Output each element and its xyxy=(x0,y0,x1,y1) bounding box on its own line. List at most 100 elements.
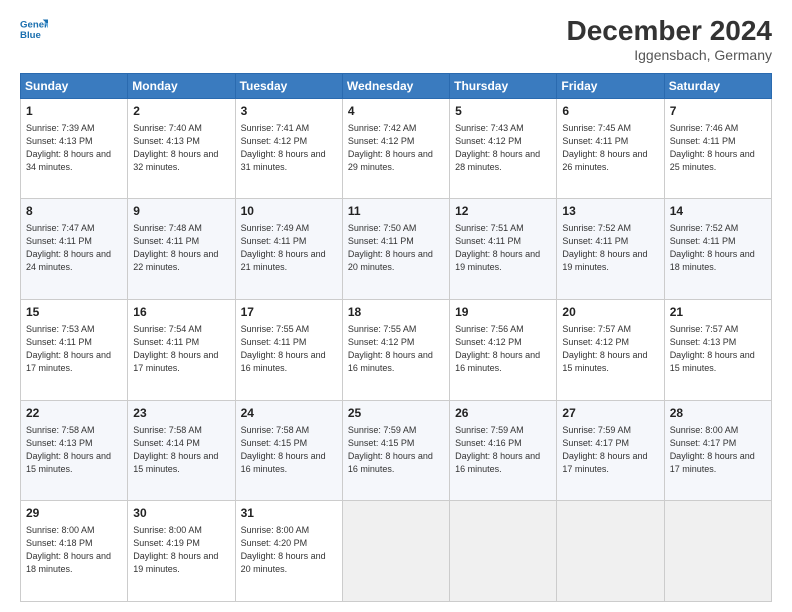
day-number: 13 xyxy=(562,203,658,220)
week-row-4: 22Sunrise: 7:58 AMSunset: 4:13 PMDayligh… xyxy=(21,400,772,501)
calendar-cell xyxy=(342,501,449,602)
svg-text:Blue: Blue xyxy=(20,30,41,41)
cell-content: Sunrise: 7:42 AMSunset: 4:12 PMDaylight:… xyxy=(348,123,433,172)
day-number: 12 xyxy=(455,203,551,220)
day-number: 27 xyxy=(562,405,658,422)
calendar-cell: 9 Sunrise: 7:48 AMSunset: 4:11 PMDaylight… xyxy=(128,199,235,300)
cell-content: Sunrise: 7:41 AMSunset: 4:12 PMDaylight:… xyxy=(241,123,326,172)
cell-content: Sunrise: 7:53 AMSunset: 4:11 PMDaylight:… xyxy=(26,324,111,373)
col-wednesday: Wednesday xyxy=(342,73,449,98)
title-block: December 2024 Iggensbach, Germany xyxy=(567,16,772,63)
cell-content: Sunrise: 7:59 AMSunset: 4:15 PMDaylight:… xyxy=(348,425,433,474)
cell-content: Sunrise: 7:58 AMSunset: 4:13 PMDaylight:… xyxy=(26,425,111,474)
cell-content: Sunrise: 7:55 AMSunset: 4:12 PMDaylight:… xyxy=(348,324,433,373)
col-sunday: Sunday xyxy=(21,73,128,98)
day-number: 28 xyxy=(670,405,766,422)
cell-content: Sunrise: 7:54 AMSunset: 4:11 PMDaylight:… xyxy=(133,324,218,373)
main-title: December 2024 xyxy=(567,16,772,47)
calendar-cell: 20Sunrise: 7:57 AMSunset: 4:12 PMDayligh… xyxy=(557,300,664,401)
calendar-cell: 27 Sunrise: 7:59 AMSunset: 4:17 PMDayligh… xyxy=(557,400,664,501)
subtitle: Iggensbach, Germany xyxy=(567,47,772,63)
header-row: Sunday Monday Tuesday Wednesday Thursday… xyxy=(21,73,772,98)
calendar-cell: 24Sunrise: 7:58 AMSunset: 4:15 PMDayligh… xyxy=(235,400,342,501)
cell-content: Sunrise: 8:00 AMSunset: 4:20 PMDaylight:… xyxy=(241,525,326,574)
calendar-cell: 10 Sunrise: 7:49 AMSunset: 4:11 PMDayligh… xyxy=(235,199,342,300)
calendar-cell: 19 Sunrise: 7:56 AMSunset: 4:12 PMDayligh… xyxy=(450,300,557,401)
day-number: 6 xyxy=(562,103,658,120)
calendar-cell: 23Sunrise: 7:58 AMSunset: 4:14 PMDayligh… xyxy=(128,400,235,501)
day-number: 18 xyxy=(348,304,444,321)
day-number: 10 xyxy=(241,203,337,220)
logo-icon: General Blue xyxy=(20,16,48,44)
col-monday: Monday xyxy=(128,73,235,98)
cell-content: Sunrise: 7:39 AMSunset: 4:13 PMDaylight:… xyxy=(26,123,111,172)
calendar-cell: 2 Sunrise: 7:40 AMSunset: 4:13 PMDaylight… xyxy=(128,98,235,199)
day-number: 14 xyxy=(670,203,766,220)
day-number: 29 xyxy=(26,505,122,522)
calendar-cell: 5 Sunrise: 7:43 AMSunset: 4:12 PMDaylight… xyxy=(450,98,557,199)
day-number: 17 xyxy=(241,304,337,321)
calendar-cell xyxy=(664,501,771,602)
day-number: 20 xyxy=(562,304,658,321)
cell-content: Sunrise: 8:00 AMSunset: 4:18 PMDaylight:… xyxy=(26,525,111,574)
week-row-5: 29 Sunrise: 8:00 AMSunset: 4:18 PMDayligh… xyxy=(21,501,772,602)
day-number: 21 xyxy=(670,304,766,321)
cell-content: Sunrise: 7:57 AMSunset: 4:13 PMDaylight:… xyxy=(670,324,755,373)
cell-content: Sunrise: 7:48 AMSunset: 4:11 PMDaylight:… xyxy=(133,223,218,272)
calendar-body: 1Sunrise: 7:39 AMSunset: 4:13 PMDaylight… xyxy=(21,98,772,601)
calendar-cell: 3 Sunrise: 7:41 AMSunset: 4:12 PMDaylight… xyxy=(235,98,342,199)
calendar-cell: 6 Sunrise: 7:45 AMSunset: 4:11 PMDaylight… xyxy=(557,98,664,199)
calendar-cell: 4 Sunrise: 7:42 AMSunset: 4:12 PMDaylight… xyxy=(342,98,449,199)
col-friday: Friday xyxy=(557,73,664,98)
day-number: 26 xyxy=(455,405,551,422)
calendar-cell xyxy=(557,501,664,602)
day-number: 9 xyxy=(133,203,229,220)
day-number: 31 xyxy=(241,505,337,522)
calendar-cell: 14 Sunrise: 7:52 AMSunset: 4:11 PMDayligh… xyxy=(664,199,771,300)
calendar-cell xyxy=(450,501,557,602)
calendar-cell: 15Sunrise: 7:53 AMSunset: 4:11 PMDayligh… xyxy=(21,300,128,401)
day-number: 4 xyxy=(348,103,444,120)
calendar-cell: 26 Sunrise: 7:59 AMSunset: 4:16 PMDayligh… xyxy=(450,400,557,501)
cell-content: Sunrise: 8:00 AMSunset: 4:17 PMDaylight:… xyxy=(670,425,755,474)
day-number: 23 xyxy=(133,405,229,422)
col-saturday: Saturday xyxy=(664,73,771,98)
week-row-2: 8Sunrise: 7:47 AMSunset: 4:11 PMDaylight… xyxy=(21,199,772,300)
cell-content: Sunrise: 7:51 AMSunset: 4:11 PMDaylight:… xyxy=(455,223,540,272)
calendar-cell: 7 Sunrise: 7:46 AMSunset: 4:11 PMDaylight… xyxy=(664,98,771,199)
calendar-cell: 13Sunrise: 7:52 AMSunset: 4:11 PMDayligh… xyxy=(557,199,664,300)
calendar-cell: 31 Sunrise: 8:00 AMSunset: 4:20 PMDayligh… xyxy=(235,501,342,602)
page: General Blue December 2024 Iggensbach, G… xyxy=(0,0,792,612)
day-number: 3 xyxy=(241,103,337,120)
week-row-1: 1Sunrise: 7:39 AMSunset: 4:13 PMDaylight… xyxy=(21,98,772,199)
day-number: 8 xyxy=(26,203,122,220)
day-number: 30 xyxy=(133,505,229,522)
cell-content: Sunrise: 7:43 AMSunset: 4:12 PMDaylight:… xyxy=(455,123,540,172)
cell-content: Sunrise: 7:59 AMSunset: 4:17 PMDaylight:… xyxy=(562,425,647,474)
calendar-cell: 16 Sunrise: 7:54 AMSunset: 4:11 PMDayligh… xyxy=(128,300,235,401)
cell-content: Sunrise: 7:56 AMSunset: 4:12 PMDaylight:… xyxy=(455,324,540,373)
cell-content: Sunrise: 7:49 AMSunset: 4:11 PMDaylight:… xyxy=(241,223,326,272)
week-row-3: 15Sunrise: 7:53 AMSunset: 4:11 PMDayligh… xyxy=(21,300,772,401)
day-number: 11 xyxy=(348,203,444,220)
day-number: 16 xyxy=(133,304,229,321)
day-number: 2 xyxy=(133,103,229,120)
day-number: 25 xyxy=(348,405,444,422)
cell-content: Sunrise: 7:55 AMSunset: 4:11 PMDaylight:… xyxy=(241,324,326,373)
day-number: 7 xyxy=(670,103,766,120)
col-thursday: Thursday xyxy=(450,73,557,98)
calendar-cell: 28 Sunrise: 8:00 AMSunset: 4:17 PMDayligh… xyxy=(664,400,771,501)
cell-content: Sunrise: 7:45 AMSunset: 4:11 PMDaylight:… xyxy=(562,123,647,172)
cell-content: Sunrise: 7:59 AMSunset: 4:16 PMDaylight:… xyxy=(455,425,540,474)
day-number: 24 xyxy=(241,405,337,422)
day-number: 5 xyxy=(455,103,551,120)
calendar-cell: 30Sunrise: 8:00 AMSunset: 4:19 PMDayligh… xyxy=(128,501,235,602)
calendar-cell: 12 Sunrise: 7:51 AMSunset: 4:11 PMDayligh… xyxy=(450,199,557,300)
calendar-cell: 11 Sunrise: 7:50 AMSunset: 4:11 PMDayligh… xyxy=(342,199,449,300)
cell-content: Sunrise: 7:52 AMSunset: 4:11 PMDaylight:… xyxy=(670,223,755,272)
day-number: 19 xyxy=(455,304,551,321)
cell-content: Sunrise: 7:46 AMSunset: 4:11 PMDaylight:… xyxy=(670,123,755,172)
cell-content: Sunrise: 7:50 AMSunset: 4:11 PMDaylight:… xyxy=(348,223,433,272)
cell-content: Sunrise: 7:40 AMSunset: 4:13 PMDaylight:… xyxy=(133,123,218,172)
header: General Blue December 2024 Iggensbach, G… xyxy=(20,16,772,63)
